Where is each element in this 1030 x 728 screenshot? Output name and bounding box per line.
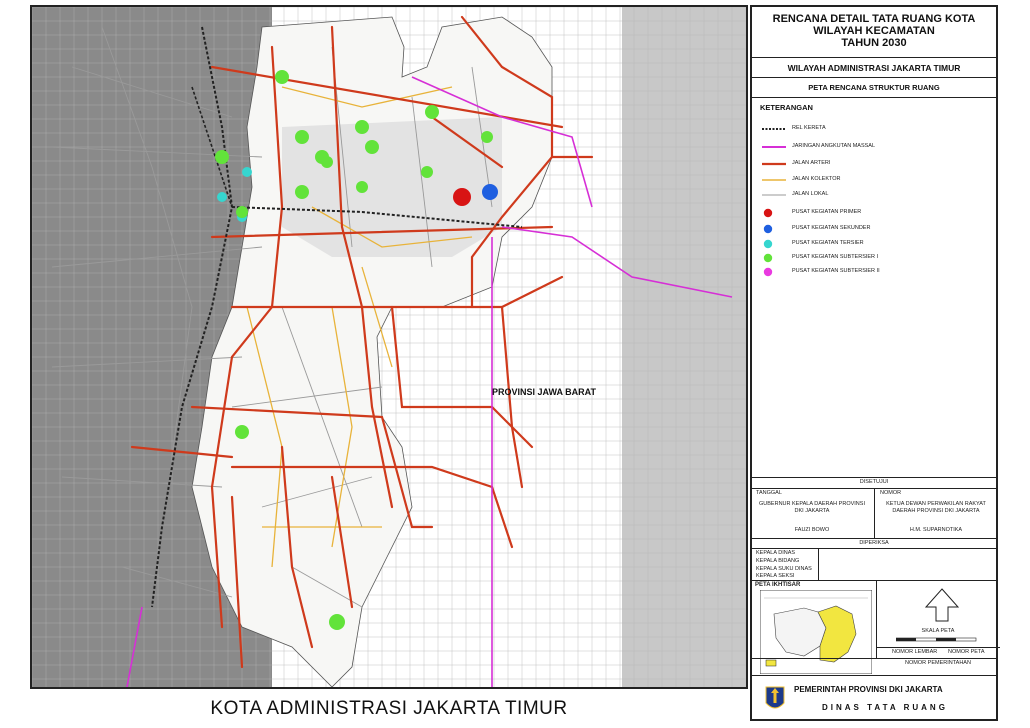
activity-center-dot [321,156,333,168]
region-label-jawa-barat: PROVINSI JAWA BARAT [492,387,597,397]
number-label: NOMOR [880,490,902,496]
divider [752,580,996,581]
legend-item-rail: REL KERETA [760,124,990,134]
checked-heading: DIPERIKSA [859,540,889,546]
government-name: PEMERINTAH PROVINSI DKI JAKARTA [794,685,943,694]
activity-center-dot [356,181,368,193]
footer-title: KOTA ADMINISTRASI JAKARTA TIMUR [210,698,568,719]
secondary-center-dot-icon [763,224,773,234]
legend-heading: KETERANGAN [760,103,813,112]
checked-row: KEPALA SUKU DINAS [756,566,812,572]
divider [752,477,996,478]
activity-center-dot [453,188,471,206]
legend-item-primary-center: PUSAT KEGIATAN PRIMER [760,208,990,218]
activity-center-dot [329,614,345,630]
divider [752,97,996,98]
activity-center-dot [421,166,433,178]
doc-label: NOMOR PEMERINTAHAN [905,660,971,666]
legend-panel: RENCANA DETAIL TATA RUANG KOTA WILAYAH K… [750,5,1000,721]
governor-name: FAUZI BOWO [794,527,830,533]
department-name: DINAS TATA RUANG [822,703,948,712]
activity-center-dot [215,150,229,164]
scale-label: SKALA PETA [921,628,955,634]
legend-item-subtertiary-1-center: PUSAT KEGIATAN SUBTERSIER I [760,253,990,263]
legend-label: PUSAT KEGIATAN PRIMER [792,209,862,215]
activity-center-dot [481,131,493,143]
divider [876,647,1000,648]
activity-center-dot [275,70,289,84]
map-sheet: PROVINSI JAWA BARAT RENCANA DETAIL TATA … [0,0,1030,728]
legend-item-secondary-center: PUSAT KEGIATAN SEKUNDER [760,224,990,234]
dense-urban-area [282,117,502,257]
legend-label: PUSAT KEGIATAN SUBTERSIER II [792,268,880,274]
map-number-label: NOMOR PETA [948,649,985,655]
divider [752,57,996,58]
title-line-3: TAHUN 2030 [841,37,907,49]
dki-jakarta-logo [765,686,785,709]
subtertiary-1-dot-icon [763,253,773,263]
activity-center-dot [355,120,369,134]
legend-label: JALAN ARTERI [792,160,831,166]
map-frame: PROVINSI JAWA BARAT [30,5,748,689]
scale-bar [896,637,977,642]
legend-label: PUSAT KEGIATAN SEKUNDER [792,225,871,231]
activity-center-dot [242,167,252,177]
local-line-symbol [762,194,786,196]
divider [752,538,996,539]
divider [752,548,996,549]
checked-row: KEPALA SEKSI [756,573,795,579]
legend-item-tertiary-center: PUSAT KEGIATAN TERSIER [760,239,990,249]
legend-label: JARINGAN ANGKUTAN MASSAL [792,143,876,149]
governor-role: GUBERNUR KEPALA DAERAH PROVINSI DKI JAKA… [759,501,865,514]
map-canvas[interactable]: PROVINSI JAWA BARAT [32,7,746,687]
legend-item-subtertiary-2-center: PUSAT KEGIATAN SUBTERSIER II [760,267,990,277]
divider [874,488,875,538]
region-subtitle: WILAYAH ADMINISTRASI JAKARTA TIMUR [787,63,961,73]
activity-center-dot [235,425,249,439]
activity-center-dot [482,184,498,200]
council-role: KETUA DEWAN PERWAKILAN RAKYAT DAERAH PRO… [886,501,986,514]
legend-label: REL KERETA [792,125,826,131]
checked-row: KEPALA BIDANG [756,558,800,564]
east-boundary-area [622,7,746,687]
date-label: TANGGAL [756,490,782,496]
legend-label: JALAN KOLEKTOR [792,176,841,182]
legend-item-mass-transit: JARINGAN ANGKUTAN MASSAL [760,142,990,152]
collector-line-symbol [762,179,786,181]
activity-center-dot [295,130,309,144]
legend-item-local: JALAN LOKAL [760,190,990,200]
legend-label: JALAN LOKAL [792,191,829,197]
activity-center-dot [425,105,439,119]
activity-center-dot [295,185,309,199]
index-map-title: PETA IKHTISAR [755,582,801,588]
approval-heading: DISETUJUI [859,479,889,485]
mass-transit-line-symbol [762,146,786,148]
index-map [760,590,872,674]
map-name: PETA RENCANA STRUKTUR RUANG [808,83,940,92]
activity-center-dot [217,192,227,202]
north-arrow-icon [924,588,960,622]
divider [752,675,996,676]
legend-item-collector: JALAN KOLEKTOR [760,175,990,185]
checked-row: KEPALA DINAS [756,550,796,556]
divider [818,548,819,580]
sheet-number-label: NOMOR LEMBAR [892,649,938,655]
legend-item-arterial: JALAN ARTERI [760,159,990,169]
legend-label: PUSAT KEGIATAN TERSIER [792,240,864,246]
subtertiary-2-dot-icon [763,267,773,277]
activity-center-dot [236,206,248,218]
title-line-2: WILAYAH KECAMATAN [813,25,935,37]
title-line-1: RENCANA DETAIL TATA RUANG KOTA [772,13,976,25]
arterial-line-symbol [762,162,786,166]
primary-center-dot-icon [763,208,773,218]
divider [752,658,996,659]
rail-line-symbol [762,128,786,130]
activity-center-dot [365,140,379,154]
council-name: H.M. SUPARNOTIKA [909,527,963,533]
tertiary-center-dot-icon [763,239,773,249]
legend-label: PUSAT KEGIATAN SUBTERSIER I [792,254,879,260]
divider [752,77,996,78]
